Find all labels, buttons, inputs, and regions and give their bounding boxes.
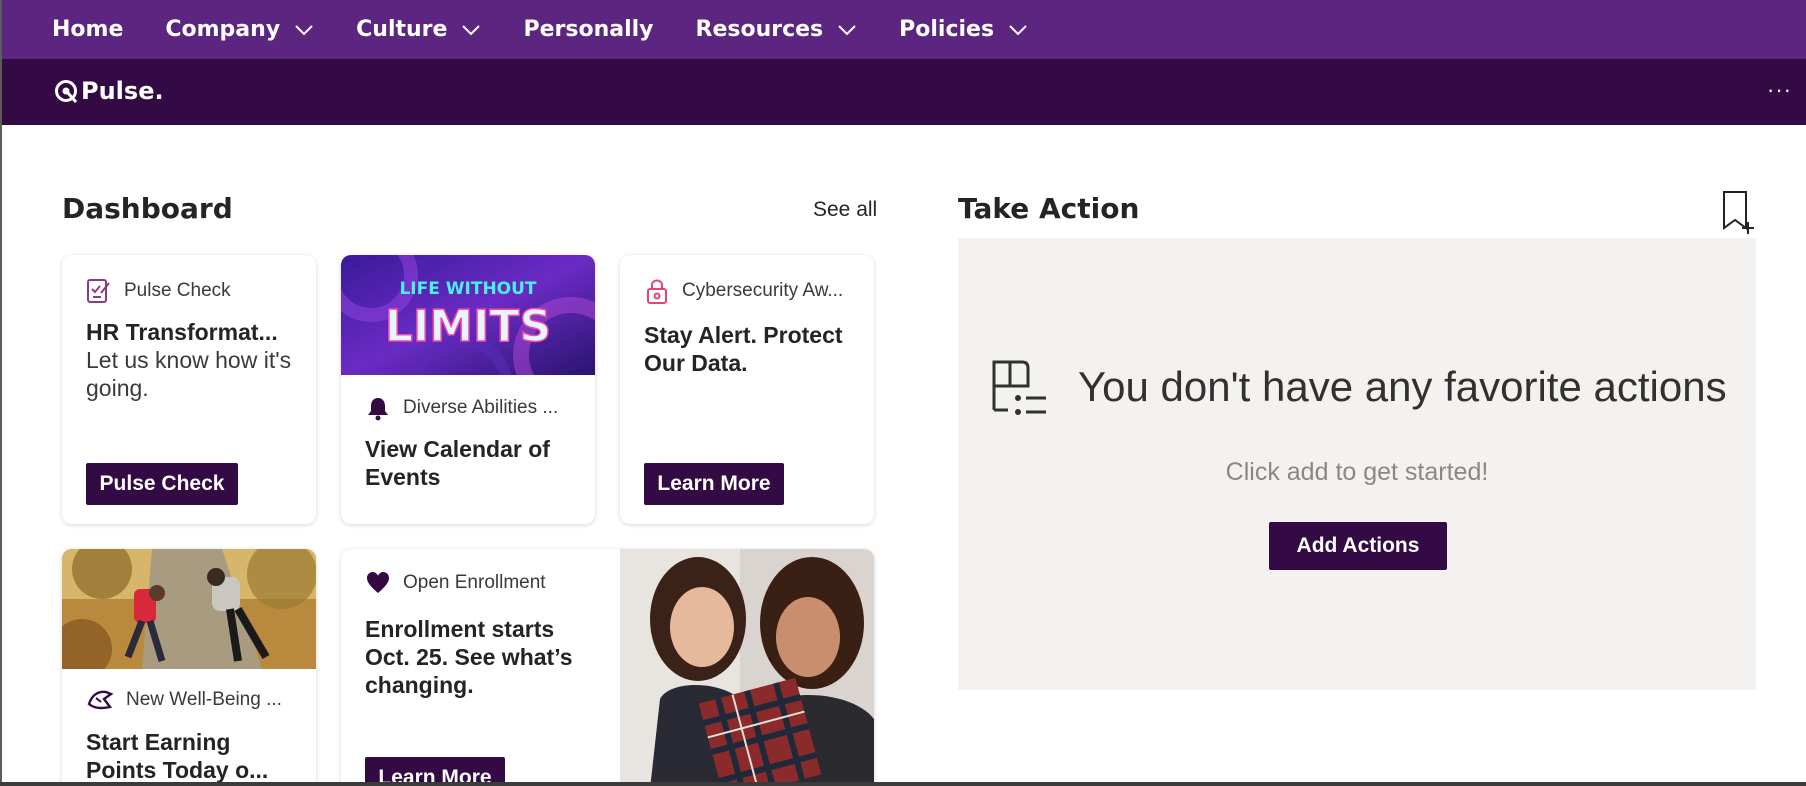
nav-policies-label: Policies [899, 17, 995, 42]
add-actions-button[interactable]: Add Actions [1269, 522, 1447, 570]
site-name: Pulse. [81, 77, 164, 105]
empty-state-title: You don't have any favorite actions [1078, 363, 1727, 410]
chevron-down-icon [294, 24, 314, 36]
nav-home[interactable]: Home [52, 17, 123, 42]
svg-text:LIFE WITHOUT: LIFE WITHOUT [399, 279, 536, 299]
chevron-down-icon [837, 24, 857, 36]
bell-icon [365, 395, 391, 421]
dashboard-card-diverse-abilities[interactable]: LIFE WITHOUT LIMITS Diverse Abilities ..… [341, 255, 595, 524]
card-title: View Calendar of Events [365, 436, 550, 490]
nav-company-label: Company [165, 17, 281, 42]
nav-home-label: Home [52, 17, 124, 42]
card-title: Start Earning Points Today o... [86, 729, 269, 783]
site-logo[interactable]: Pulse. [54, 77, 164, 105]
card-title: HR Transformat... [86, 319, 278, 345]
nav-resources-label: Resources [695, 17, 824, 42]
card-category-label: Diverse Abilities ... [403, 397, 559, 418]
friends-gift-photo [620, 549, 874, 786]
nav-policies[interactable]: Policies [899, 17, 1028, 42]
card-category-label: Cybersecurity Aw... [682, 280, 844, 301]
heart-icon [365, 571, 391, 595]
card-category: Diverse Abilities ... [365, 395, 558, 421]
chevron-down-icon [1008, 24, 1028, 36]
nav-culture[interactable]: Culture [356, 17, 481, 42]
actions-list-icon [988, 360, 1050, 425]
card-category: New Well-Being ... [86, 687, 282, 713]
dashboard-card-open-enrollment[interactable]: Open Enrollment Enrollment starts Oct. 2… [341, 549, 874, 786]
nav-personally-label: Personally [523, 17, 654, 42]
window-bottom-edge [0, 782, 1806, 786]
nav-personally[interactable]: Personally [523, 17, 653, 42]
pulse-logo-icon [55, 80, 78, 103]
empty-state-subtitle: Click add to get started! [1225, 458, 1489, 486]
take-action-title: Take Action [958, 192, 1140, 225]
dashboard-card-pulse-check[interactable]: Pulse Check HR Transformat... Let us kno… [62, 255, 316, 524]
card-category: Cybersecurity Aw... [644, 277, 843, 305]
card-category-label: New Well-Being ... [126, 689, 282, 710]
card-title: Enrollment starts Oct. 25. See what’s ch… [365, 616, 573, 698]
pulse-check-button[interactable]: Pulse Check [86, 463, 238, 505]
nav-culture-label: Culture [356, 17, 448, 42]
learn-more-button[interactable]: Learn More [644, 463, 784, 505]
favorite-actions-panel: You don't have any favorite actions Clic… [958, 238, 1756, 690]
card-category-label: Pulse Check [124, 280, 231, 301]
card-body: Let us know how it's going. [86, 347, 292, 401]
see-all-link[interactable]: See all [813, 198, 877, 222]
top-nav: Home Company Culture Personally Resource… [2, 0, 1806, 59]
nav-company[interactable]: Company [165, 17, 314, 42]
sneaker-icon [86, 687, 114, 713]
nav-resources[interactable]: Resources [696, 17, 858, 42]
ellipsis-icon[interactable]: ··· [1767, 77, 1792, 103]
site-header: Pulse. ··· [2, 59, 1806, 125]
svg-text:LIMITS: LIMITS [385, 301, 551, 352]
card-category: Pulse Check [86, 277, 231, 305]
lock-icon [644, 277, 670, 305]
dashboard-title: Dashboard [62, 192, 233, 225]
add-bookmark-icon[interactable] [1720, 190, 1754, 239]
life-without-limits-banner-image: LIFE WITHOUT LIMITS [341, 255, 595, 375]
dashboard-card-well-being[interactable]: New Well-Being ... Start Earning Points … [62, 549, 316, 786]
runners-photo [62, 549, 316, 669]
survey-icon [86, 277, 112, 305]
chevron-down-icon [461, 24, 481, 36]
card-category-label: Open Enrollment [403, 572, 546, 593]
card-category: Open Enrollment [365, 571, 546, 595]
card-title: Stay Alert. Protect Our Data. [644, 322, 843, 376]
dashboard-card-cybersecurity[interactable]: Cybersecurity Aw... Stay Alert. Protect … [620, 255, 874, 524]
